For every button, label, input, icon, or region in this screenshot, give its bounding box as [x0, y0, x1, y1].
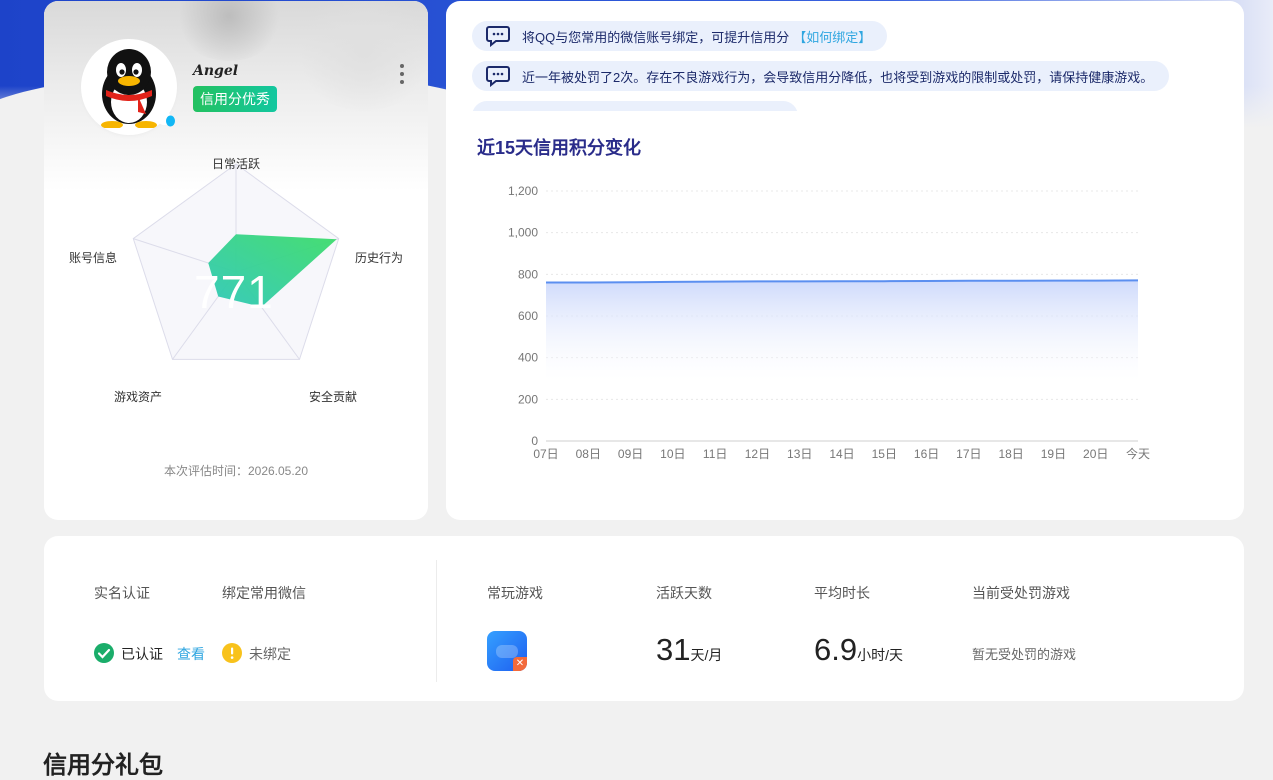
score-trend-card: 将QQ与您常用的微信账号绑定，可提升信用分 【如何绑定】 近一年被处罚了2次。存…	[446, 1, 1244, 520]
y-tick-label: 1,200	[508, 184, 538, 198]
notice-overflow-hint	[472, 101, 802, 111]
radar-label-history: 历史行为	[355, 249, 403, 266]
average-time-value: 6.9小时/天	[814, 632, 903, 668]
x-tick-label: 08日	[576, 447, 601, 461]
x-tick-label: 09日	[618, 447, 643, 461]
username: Angel	[193, 63, 238, 79]
divider	[436, 560, 437, 682]
gift-section-title: 信用分礼包	[43, 745, 163, 780]
x-tick-label: 16日	[914, 447, 939, 461]
x-tick-label: 19日	[1041, 447, 1066, 461]
x-tick-label: 17日	[956, 447, 981, 461]
y-tick-label: 400	[518, 351, 538, 365]
message-icon	[486, 65, 510, 87]
y-tick-label: 600	[518, 309, 538, 323]
x-tick-label: 18日	[998, 447, 1023, 461]
notice-penalty: 近一年被处罚了2次。存在不良游戏行为，会导致信用分降低，也将受到游戏的限制或处罚…	[472, 61, 1169, 91]
game-icon[interactable]: ✕	[487, 631, 527, 671]
area-fill	[546, 280, 1138, 381]
radar-chart: 日常活跃 历史行为 安全贡献 游戏资产 账号信息 771	[44, 141, 428, 431]
evaluation-time: 本次评估时间：2026.05.20	[44, 462, 428, 479]
score-trend-chart: 0 200 400 600 800 1,000 1,200 07日 08日 09日 10日 11日 12…	[446, 171, 1244, 471]
radar-label-daily: 日常活跃	[212, 155, 260, 172]
x-tick-label: 13日	[787, 447, 812, 461]
frequent-games-heading: 常玩游戏	[487, 583, 543, 603]
notice-bind-wechat: 将QQ与您常用的微信账号绑定，可提升信用分 【如何绑定】	[472, 21, 887, 51]
avatar[interactable]	[84, 42, 174, 132]
radar-label-security: 安全贡献	[309, 388, 357, 405]
x-tick-label: 07日	[533, 447, 558, 461]
y-tick-label: 1,000	[508, 226, 538, 240]
active-days-value: 31天/月	[656, 632, 722, 668]
qq-penguin-icon	[92, 46, 166, 128]
x-tick-label: 10日	[660, 447, 685, 461]
x-tick-label: 11日	[703, 447, 727, 461]
average-time-heading: 平均时长	[814, 583, 870, 603]
radar-label-account: 账号信息	[69, 249, 117, 266]
status-badge: 信用分优秀	[193, 86, 277, 112]
unbound-status: 未绑定	[249, 644, 291, 664]
stats-card: 实名认证 绑定常用微信 已认证 查看 未绑定 常玩游戏 ✕ 活跃天数 31天/月…	[44, 536, 1244, 701]
y-tick-label: 800	[518, 267, 538, 281]
message-icon	[486, 25, 510, 47]
notice-text: 将QQ与您常用的微信账号绑定，可提升信用分	[522, 27, 789, 46]
radar-label-assets: 游戏资产	[114, 388, 162, 405]
real-name-heading: 实名认证	[94, 583, 150, 603]
warning-icon	[222, 643, 242, 663]
view-link[interactable]: 查看	[177, 644, 205, 664]
qq-badge-icon	[157, 111, 171, 125]
notice-text: 近一年被处罚了2次。存在不良游戏行为，会导致信用分降低，也将受到游戏的限制或处罚…	[522, 67, 1153, 86]
more-options-icon[interactable]	[398, 64, 406, 84]
credit-score: 771	[194, 265, 274, 319]
x-tick-label: 14日	[829, 447, 854, 461]
y-tick-label: 0	[531, 434, 538, 448]
chart-title: 近15天信用积分变化	[477, 134, 641, 160]
how-to-bind-link[interactable]: 【如何绑定】	[793, 27, 871, 46]
x-tick-label: 12日	[745, 447, 770, 461]
check-circle-icon	[94, 643, 114, 663]
active-days-heading: 活跃天数	[656, 583, 712, 603]
profile-card: Angel 信用分优秀 日常活跃 历史行为 安全贡献 游戏资产 账号信息 771…	[44, 1, 428, 520]
verified-status: 已认证	[121, 644, 163, 664]
y-tick-label: 200	[518, 392, 538, 406]
penalty-games-heading: 当前受处罚游戏	[972, 583, 1070, 603]
x-tick-label: 20日	[1083, 447, 1108, 461]
x-tick-label: 今天	[1126, 446, 1150, 461]
penalty-games-text: 暂无受处罚的游戏	[972, 644, 1076, 663]
wechat-heading: 绑定常用微信	[222, 583, 306, 603]
x-tick-label: 15日	[872, 447, 897, 461]
